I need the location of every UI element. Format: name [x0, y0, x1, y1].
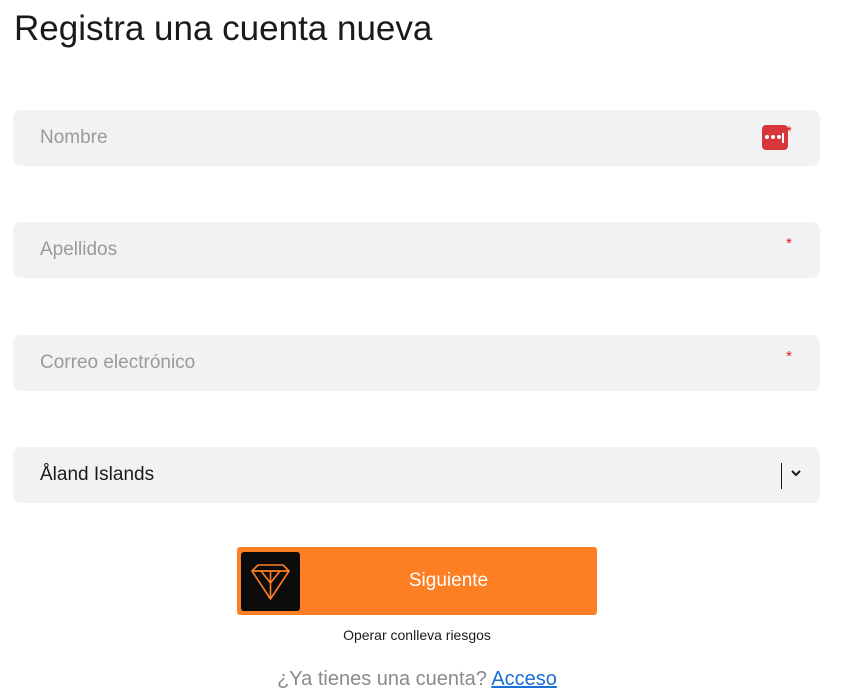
next-button-label: Siguiente [408, 570, 489, 591]
next-button[interactable]: Siguiente [237, 547, 597, 615]
required-marker: * [786, 123, 792, 140]
required-marker: * [786, 348, 792, 365]
first-name-field: * [13, 110, 820, 166]
brand-logo-icon [241, 552, 300, 611]
login-prompt-text: ¿Ya tienes una cuenta? [277, 668, 487, 690]
login-prompt-row: ¿Ya tienes una cuenta? Acceso [0, 668, 834, 691]
risk-disclaimer: Operar conlleva riesgos [343, 627, 491, 643]
country-select[interactable]: Åland Islands [13, 447, 820, 503]
required-marker: * [786, 235, 792, 252]
last-name-input[interactable] [13, 222, 753, 278]
password-manager-icon[interactable] [762, 125, 788, 150]
login-link[interactable]: Acceso [491, 668, 557, 690]
chevron-down-icon[interactable] [790, 467, 802, 479]
page-title: Registra una cuenta nueva [14, 9, 433, 48]
last-name-field: * [13, 222, 820, 278]
select-divider [781, 463, 782, 489]
first-name-input[interactable] [13, 110, 753, 166]
registration-page: Registra una cuenta nueva * * * Åland Is… [0, 0, 850, 697]
email-input[interactable] [13, 335, 753, 391]
email-field: * [13, 335, 820, 391]
country-select-value: Åland Islands [40, 464, 155, 485]
